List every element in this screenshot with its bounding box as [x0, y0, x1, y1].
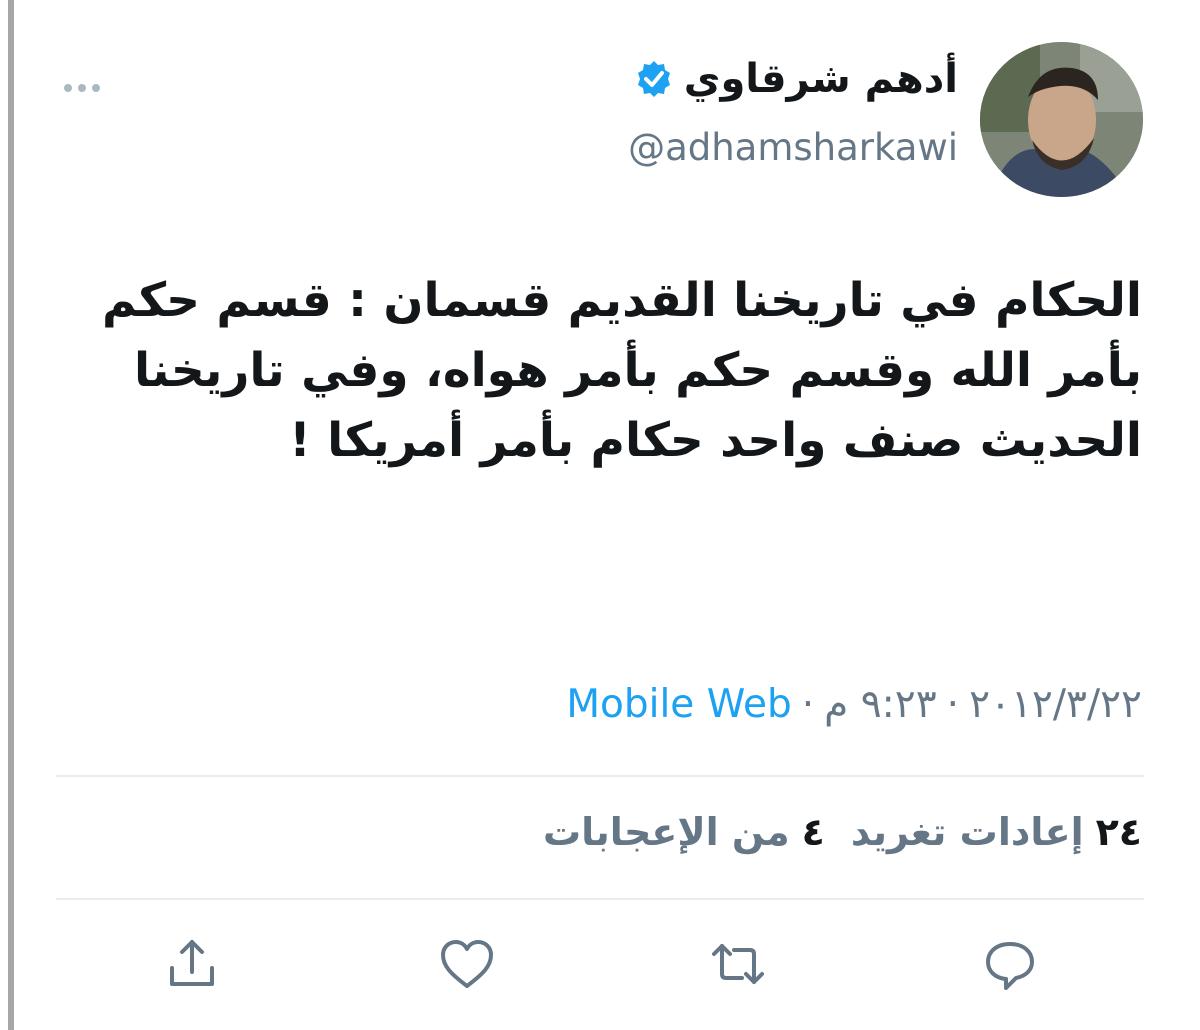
reply-icon[interactable] [980, 934, 1040, 994]
share-icon[interactable] [162, 934, 222, 994]
retweets-stat[interactable]: ٢٤ إعادات تغريد [851, 810, 1142, 854]
avatar[interactable] [980, 42, 1143, 197]
verified-badge-icon [634, 59, 674, 99]
tweet-meta: ٢٠١٢/٣/٢٢ · ٩:٢٣ م · Mobile Web [566, 682, 1142, 727]
tweet-stats: ٢٤ إعادات تغريد ٤ من الإعجابات [543, 810, 1142, 854]
likes-stat[interactable]: ٤ من الإعجابات [543, 810, 825, 854]
author-name-row[interactable]: أدهم شرقاوي [634, 56, 958, 102]
tweet-source-link[interactable]: Mobile Web [566, 682, 791, 727]
tweet-date[interactable]: ٢٠١٢/٣/٢٢ [969, 682, 1142, 727]
retweets-label: إعادات تغريد [850, 810, 1084, 854]
author-handle[interactable]: @adhamsharkawi [628, 126, 958, 169]
tweet-text: الحكام في تاريخنا القديم قسمان : قسم حكم… [101, 273, 1142, 468]
likes-count: ٤ [801, 810, 825, 854]
retweet-icon[interactable] [708, 934, 768, 994]
tweet-time[interactable]: ٩:٢٣ م [824, 682, 937, 727]
divider [56, 898, 1144, 900]
author-display-name[interactable]: أدهم شرقاوي [684, 56, 958, 102]
likes-label: من الإعجابات [543, 810, 790, 854]
divider [56, 775, 1144, 777]
tweet-page: أدهم شرقاوي @adhamsharkawi الحكام في تار… [0, 0, 1200, 1030]
heart-icon[interactable] [437, 934, 497, 994]
meta-separator: · [946, 682, 960, 727]
meta-separator: · [801, 682, 815, 727]
more-icon[interactable] [62, 80, 102, 96]
scroll-rail [8, 0, 14, 1030]
retweets-count: ٢٤ [1095, 810, 1142, 854]
